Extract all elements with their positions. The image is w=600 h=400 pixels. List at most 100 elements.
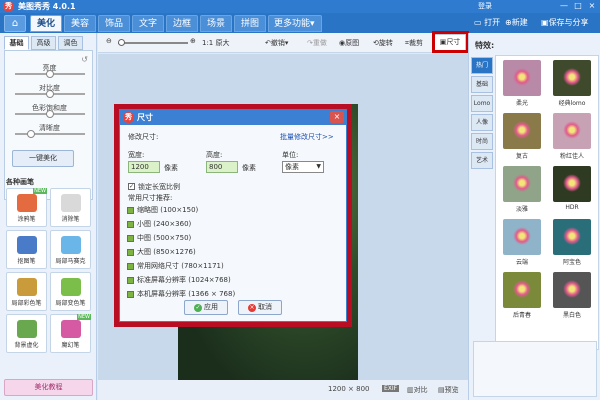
- preset-item[interactable]: 大图 (850×1276): [127, 247, 196, 257]
- effect-classic-lomo[interactable]: 经典lomo: [550, 60, 594, 107]
- slider-knob[interactable]: [27, 130, 36, 138]
- brush-blur-background[interactable]: 背景虚化: [6, 314, 47, 353]
- actual-size-button[interactable]: 1:1 原大: [202, 38, 230, 48]
- tab-lomo[interactable]: Lomo: [471, 95, 493, 112]
- preset-label: 本机屏幕分辨率 (1366 × 768): [137, 290, 236, 298]
- tab-frames[interactable]: 边框: [166, 15, 198, 32]
- brush-label: 局部彩色笔: [11, 300, 42, 307]
- width-input[interactable]: 1200: [128, 161, 160, 173]
- brush-color[interactable]: 局部彩色笔: [6, 272, 47, 311]
- compare-button[interactable]: ▥对比: [407, 385, 428, 395]
- tab-advanced[interactable]: 高级: [31, 36, 56, 50]
- unit-select[interactable]: 像素 ▼: [282, 161, 324, 173]
- tab-scenes[interactable]: 场景: [200, 15, 232, 32]
- brush-doodle[interactable]: 涂鸦笔 NEW: [6, 188, 47, 227]
- preset-item[interactable]: 缩略图 (100×150): [127, 205, 198, 215]
- apply-button[interactable]: ✓ 应用: [184, 300, 228, 315]
- unit-label: 单位:: [282, 151, 299, 159]
- slider-knob[interactable]: [46, 110, 54, 118]
- undo-button[interactable]: ↶撤销▾: [265, 38, 288, 48]
- dialog-close-icon[interactable]: ×: [330, 111, 344, 123]
- brightness-slider[interactable]: [15, 70, 85, 78]
- preset-icon: [127, 262, 134, 270]
- preset-item[interactable]: 标准屏幕分辨率 (1024×768): [127, 275, 231, 285]
- cancel-label: 取消: [258, 303, 272, 311]
- size-button-highlight: [432, 31, 469, 53]
- effect-label: 黑白色: [562, 312, 581, 319]
- tab-color[interactable]: 调色: [58, 36, 83, 50]
- tab-fashion[interactable]: 时尚: [471, 133, 493, 150]
- tab-art[interactable]: 艺术: [471, 152, 493, 169]
- zoom-out-icon[interactable]: ⊖: [106, 37, 112, 45]
- new-button[interactable]: ⊕新建: [505, 17, 528, 28]
- tab-beauty[interactable]: 美容: [64, 15, 96, 32]
- tab-popular[interactable]: 热门: [471, 57, 493, 74]
- one-click-beautify-button[interactable]: 一键美化: [12, 150, 74, 167]
- height-input[interactable]: 800: [206, 161, 238, 173]
- effect-hdr[interactable]: HDR: [550, 166, 594, 211]
- tab-beautify[interactable]: 美化: [30, 15, 62, 32]
- exif-badge[interactable]: EXIF: [382, 385, 400, 392]
- effect-post-youth[interactable]: 后青春: [500, 272, 544, 319]
- save-share-button[interactable]: ▣保存与分享: [541, 17, 589, 28]
- preset-item[interactable]: 本机屏幕分辨率 (1366 × 768): [127, 289, 235, 299]
- brush-magic[interactable]: 魔幻笔 NEW: [50, 314, 91, 353]
- original-button[interactable]: ◉原图: [339, 38, 359, 48]
- brush-eraser[interactable]: 消除笔: [50, 188, 91, 227]
- tab-decorations[interactable]: 饰品: [98, 15, 130, 32]
- check-icon: ✓: [194, 304, 202, 312]
- rotate-button[interactable]: ⟲旋转: [373, 38, 393, 48]
- tab-collage[interactable]: 拼图: [234, 15, 266, 32]
- new-label: 新建: [511, 18, 528, 27]
- tab-portrait[interactable]: 人像: [471, 114, 493, 131]
- maximize-icon[interactable]: □: [572, 1, 584, 10]
- preset-item[interactable]: 中图 (500×750): [127, 233, 191, 243]
- effect-cloud[interactable]: 云端: [500, 219, 544, 266]
- effect-pink-lady[interactable]: 粉红佳人: [550, 113, 594, 160]
- redo-button[interactable]: ↷重做: [307, 38, 327, 48]
- app-logo-icon: 秀: [3, 1, 14, 12]
- effect-abao[interactable]: 阿宝色: [550, 219, 594, 266]
- effect-black-white[interactable]: 黑白色: [550, 272, 594, 319]
- preview-button[interactable]: ▤预览: [438, 385, 459, 395]
- brush-mosaic[interactable]: 局部马赛克: [50, 230, 91, 269]
- effects-panel: 特效: 热门 基础 Lomo 人像 时尚 艺术 柔光 经典lomo 复古 粉红佳…: [468, 33, 600, 400]
- effect-label: HDR: [565, 204, 579, 211]
- apply-label: 应用: [204, 303, 218, 311]
- effect-retro[interactable]: 复古: [500, 113, 544, 160]
- image-dimensions: 1200 × 800: [328, 385, 370, 393]
- tab-basic-effects[interactable]: 基础: [471, 76, 493, 93]
- lock-ratio-checkbox[interactable]: ✓: [128, 183, 135, 190]
- chevron-down-icon: ▾: [310, 19, 315, 29]
- brush-cutout[interactable]: 抠图笔: [6, 230, 47, 269]
- tab-text[interactable]: 文字: [132, 15, 164, 32]
- open-button[interactable]: ▭ 打开: [474, 17, 500, 28]
- minimize-icon[interactable]: —: [558, 1, 570, 10]
- saturation-slider[interactable]: [15, 110, 85, 118]
- close-icon[interactable]: ×: [586, 1, 598, 10]
- batch-resize-link[interactable]: 批量修改尺寸>>: [280, 132, 334, 142]
- zoom-knob[interactable]: [118, 39, 125, 46]
- crop-button[interactable]: ⌗裁剪: [405, 38, 423, 48]
- login-link[interactable]: 登录: [478, 1, 492, 11]
- slider-knob[interactable]: [46, 70, 54, 78]
- tab-basic[interactable]: 基础: [4, 36, 29, 50]
- sharpness-slider[interactable]: [15, 130, 85, 138]
- effect-label: 经典lomo: [558, 100, 586, 107]
- tutorial-button[interactable]: 美化教程: [4, 379, 93, 396]
- preset-item[interactable]: 常用网络尺寸 (780×1171): [127, 261, 224, 271]
- home-icon[interactable]: ⌂: [4, 15, 26, 32]
- slider-knob[interactable]: [46, 90, 54, 98]
- title-bar: 秀 美图秀秀 4.0.1 登录 — □ ×: [0, 0, 600, 13]
- contrast-slider[interactable]: [15, 90, 85, 98]
- effect-thumbnail: [553, 166, 591, 202]
- preset-item[interactable]: 小图 (240×360): [127, 219, 191, 229]
- zoom-slider[interactable]: [118, 39, 188, 46]
- brush-label: 局部变色笔: [55, 300, 86, 307]
- effect-soft-light[interactable]: 柔光: [500, 60, 544, 107]
- tab-more[interactable]: 更多功能▾: [268, 15, 322, 32]
- zoom-in-icon[interactable]: ⊕: [190, 37, 196, 45]
- cancel-button[interactable]: × 取消: [238, 300, 282, 315]
- effect-elegant[interactable]: 淡雅: [500, 166, 544, 213]
- brush-recolor[interactable]: 局部变色笔: [50, 272, 91, 311]
